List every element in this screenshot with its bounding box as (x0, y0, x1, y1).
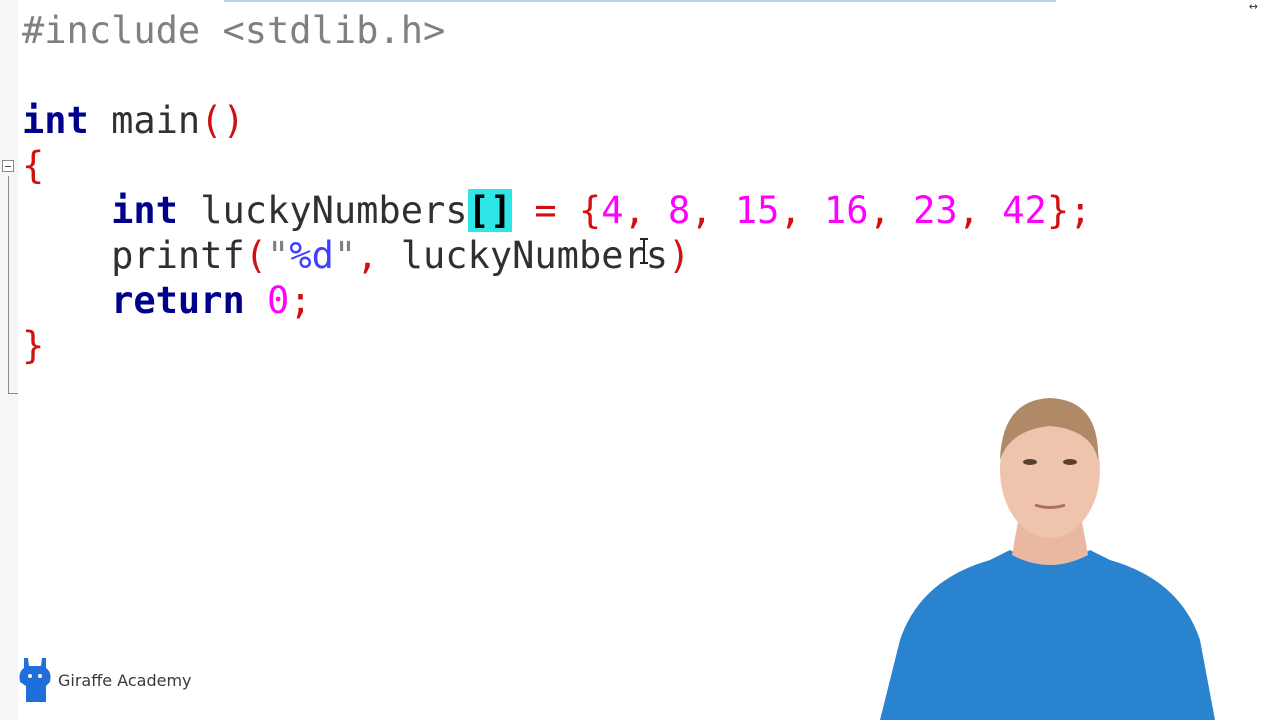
video-frame: ↔ #include <stdlib.h> int main(){ int lu… (0, 0, 1280, 720)
code-line[interactable]: #include <stdlib.h> (22, 8, 1091, 53)
code-token: luckyNumbers (177, 189, 468, 232)
code-token: 4 (601, 189, 624, 232)
fold-guide-end (8, 393, 18, 394)
editor-gutter (0, 0, 18, 720)
code-token: , (623, 189, 669, 232)
text-cursor-icon (640, 238, 648, 264)
fold-guide-line (8, 176, 9, 394)
code-token: }; (1046, 189, 1092, 232)
code-token: , (690, 189, 735, 232)
brand-logo: Giraffe Academy (16, 656, 192, 704)
code-token: , (356, 234, 401, 277)
code-token: 23 (913, 189, 958, 232)
presenter-webcam (880, 398, 1215, 720)
code-token: 0 (267, 279, 290, 322)
code-token: () (200, 99, 245, 142)
fold-toggle-icon[interactable] (2, 160, 14, 172)
code-token: , (957, 189, 1003, 232)
code-line[interactable]: printf("%d", luckyNumbers) (22, 233, 1091, 278)
resize-icon[interactable]: ↔ (1249, 0, 1258, 13)
code-token: ) (668, 234, 691, 277)
code-token: 16 (824, 189, 869, 232)
code-token: int (111, 189, 178, 232)
code-token: , (779, 189, 825, 232)
code-line[interactable]: int luckyNumbers[] = {4, 8, 15, 16, 23, … (22, 188, 1091, 233)
code-line[interactable]: return 0; (22, 278, 1091, 323)
code-token: " (333, 234, 357, 277)
code-editor[interactable]: #include <stdlib.h> int main(){ int luck… (22, 8, 1091, 368)
brand-name: Giraffe Academy (58, 670, 192, 690)
code-token: main (88, 99, 201, 142)
code-token: #include <stdlib.h> (22, 9, 446, 52)
code-token: 8 (668, 189, 691, 232)
code-token: , (868, 189, 914, 232)
code-token: 15 (734, 189, 780, 232)
code-token: return (111, 279, 245, 322)
code-line[interactable]: int main() (22, 98, 1091, 143)
code-token: 42 (1002, 189, 1047, 232)
code-token: " (267, 234, 290, 277)
code-line[interactable] (22, 53, 1091, 98)
code-token: int (22, 99, 89, 142)
code-token: printf (22, 234, 245, 277)
code-line[interactable]: } (22, 323, 1091, 368)
giraffe-icon (19, 658, 51, 702)
code-token: luckyNumbers (400, 234, 669, 277)
code-token: { (22, 144, 45, 187)
code-token: %d (289, 234, 334, 277)
presenter-shirt (880, 550, 1215, 720)
scroll-indicator (224, 0, 1056, 2)
code-token: = { (534, 189, 602, 232)
code-token: ; (289, 279, 312, 322)
code-token: ( (244, 234, 268, 277)
code-token: } (22, 324, 45, 367)
code-token: [] (467, 189, 513, 232)
code-line[interactable]: { (22, 143, 1091, 188)
